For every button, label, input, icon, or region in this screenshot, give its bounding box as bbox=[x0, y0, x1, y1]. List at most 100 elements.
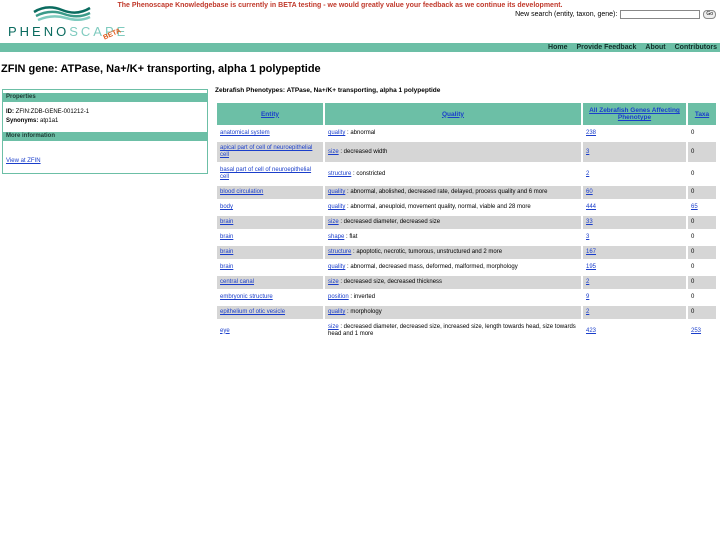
gene-sidebar: Properties ID: ZFIN:ZDB-GENE-001212-1 Sy… bbox=[2, 89, 208, 174]
search-go-button[interactable]: Go bbox=[703, 10, 716, 19]
entity-link[interactable]: blood circulation bbox=[220, 189, 263, 195]
entity-link[interactable]: brain bbox=[220, 234, 233, 240]
entity-link[interactable]: central canal bbox=[220, 279, 254, 285]
genes-count-link[interactable]: 2 bbox=[586, 279, 589, 285]
genes-count-link[interactable]: 3 bbox=[586, 149, 589, 155]
phenoscape-logo[interactable]: PHENOSCAPE BETA bbox=[4, 4, 134, 42]
taxa-count: 0 bbox=[691, 234, 695, 240]
col-taxa-header[interactable]: Taxa bbox=[688, 103, 716, 125]
entity-cell: body bbox=[217, 201, 323, 214]
entity-link[interactable]: body bbox=[220, 204, 233, 210]
quality-link[interactable]: quality bbox=[328, 309, 345, 315]
entity-link[interactable]: epithelium of otic vesicle bbox=[220, 309, 285, 315]
entity-link[interactable]: eye bbox=[220, 328, 230, 334]
phenotype-table: Entity Quality All Zebrafish Genes Affec… bbox=[215, 101, 718, 343]
quality-link[interactable]: quality bbox=[328, 130, 345, 136]
table-row: basal part of cell of neuroepithelial ce… bbox=[217, 164, 716, 184]
quality-cell: shape : flat bbox=[325, 231, 581, 244]
nav-provide-feedback[interactable]: Provide Feedback bbox=[576, 44, 636, 51]
phenotypes-heading: Zebrafish Phenotypes: ATPase, Na+/K+ tra… bbox=[215, 87, 441, 94]
genes-count-link[interactable]: 33 bbox=[586, 219, 593, 225]
entity-cell: brain bbox=[217, 246, 323, 259]
entity-link[interactable]: brain bbox=[220, 264, 233, 270]
synonyms-row: Synonyms: atp1a1 bbox=[3, 117, 207, 126]
genes-count-link[interactable]: 238 bbox=[586, 130, 596, 136]
quality-values: : decreased width bbox=[338, 148, 388, 155]
quality-cell: size : decreased diameter, decreased siz… bbox=[325, 321, 581, 341]
genes-count-link[interactable]: 9 bbox=[586, 294, 589, 300]
quality-link[interactable]: quality bbox=[328, 204, 345, 210]
quality-link[interactable]: position bbox=[328, 294, 349, 300]
taxa-count-cell: 0 bbox=[688, 306, 716, 319]
table-row: blood circulation quality : abnormal, abo… bbox=[217, 186, 716, 199]
quality-link[interactable]: size bbox=[328, 149, 339, 155]
quality-cell: quality : abnormal, decreased mass, defo… bbox=[325, 261, 581, 274]
genes-count-link[interactable]: 2 bbox=[586, 309, 589, 315]
entity-link[interactable]: brain bbox=[220, 249, 233, 255]
quality-link[interactable]: size bbox=[328, 279, 339, 285]
taxa-count-link[interactable]: 253 bbox=[691, 328, 701, 334]
taxa-count-cell: 0 bbox=[688, 246, 716, 259]
taxa-count-cell: 0 bbox=[688, 261, 716, 274]
table-row: apical part of cell of neuroepithelial c… bbox=[217, 142, 716, 162]
genes-count-cell: 2 bbox=[583, 164, 686, 184]
genes-count-link[interactable]: 423 bbox=[586, 328, 596, 334]
entity-link[interactable]: basal part of cell of neuroepithelial ce… bbox=[220, 167, 311, 180]
entity-link[interactable]: apical part of cell of neuroepithelial c… bbox=[220, 145, 312, 158]
taxa-count-cell: 0 bbox=[688, 142, 716, 162]
quality-values: : morphology bbox=[345, 309, 382, 315]
genes-count-link[interactable]: 167 bbox=[586, 249, 596, 255]
table-header-row: Entity Quality All Zebrafish Genes Affec… bbox=[217, 103, 716, 125]
entity-link[interactable]: anatomical system bbox=[220, 130, 270, 136]
col-genes-header[interactable]: All Zebrafish Genes Affecting Phenotype bbox=[583, 103, 686, 125]
entity-cell: central canal bbox=[217, 276, 323, 289]
genes-count-link[interactable]: 60 bbox=[586, 189, 593, 195]
genes-count-cell: 33 bbox=[583, 216, 686, 229]
genes-count-link[interactable]: 3 bbox=[586, 234, 589, 240]
quality-link[interactable]: structure bbox=[328, 171, 351, 177]
nav-about[interactable]: About bbox=[645, 44, 665, 51]
taxa-count-cell: 0 bbox=[688, 164, 716, 184]
quality-values: : abnormal, decreased mass, deformed, ma… bbox=[345, 264, 518, 270]
genes-count-link[interactable]: 195 bbox=[586, 264, 596, 270]
top-nav: Home Provide Feedback About Contributors bbox=[0, 43, 720, 52]
genes-count-link[interactable]: 2 bbox=[586, 171, 589, 177]
entity-cell: eye bbox=[217, 321, 323, 341]
taxa-count: 0 bbox=[691, 309, 695, 315]
quality-link[interactable]: structure bbox=[328, 249, 351, 255]
genes-count-cell: 167 bbox=[583, 246, 686, 259]
genes-count-link[interactable]: 444 bbox=[586, 204, 596, 210]
gene-id-label: ID: bbox=[6, 109, 14, 115]
table-row: body quality : abnormal, aneuploid, movem… bbox=[217, 201, 716, 214]
genes-count-cell: 423 bbox=[583, 321, 686, 341]
genes-count-cell: 3 bbox=[583, 142, 686, 162]
quality-link[interactable]: quality bbox=[328, 189, 345, 195]
genes-count-cell: 2 bbox=[583, 276, 686, 289]
entity-link[interactable]: brain bbox=[220, 219, 233, 225]
quality-cell: quality : abnormal bbox=[325, 127, 581, 140]
col-quality-header[interactable]: Quality bbox=[325, 103, 581, 125]
quality-link[interactable]: size bbox=[328, 324, 339, 330]
quality-values: : abnormal, abolished, decreased rate, d… bbox=[345, 189, 548, 195]
quality-link[interactable]: shape bbox=[328, 234, 344, 240]
quality-values: : abnormal, aneuploid, movement quality,… bbox=[345, 204, 531, 210]
table-row: anatomical system quality : abnormal 238 0 bbox=[217, 127, 716, 140]
genes-count-cell: 444 bbox=[583, 201, 686, 214]
table-row: brain quality : abnormal, decreased mass,… bbox=[217, 261, 716, 274]
search-input[interactable] bbox=[620, 10, 701, 19]
nav-home[interactable]: Home bbox=[548, 44, 567, 51]
quality-link[interactable]: quality bbox=[328, 264, 345, 270]
quality-values: : apoptotic, necrotic, tumorous, unstruc… bbox=[351, 249, 503, 255]
logo-pheno: PHENO bbox=[8, 24, 70, 39]
quality-cell: structure : apoptotic, necrotic, tumorou… bbox=[325, 246, 581, 259]
table-row: eye size : decreased diameter, decreased … bbox=[217, 321, 716, 341]
nav-contributors[interactable]: Contributors bbox=[675, 44, 717, 51]
entity-cell: basal part of cell of neuroepithelial ce… bbox=[217, 164, 323, 184]
entity-link[interactable]: embryonic structure bbox=[220, 294, 273, 300]
taxa-count-link[interactable]: 65 bbox=[691, 204, 698, 210]
quality-link[interactable]: size bbox=[328, 219, 339, 225]
view-at-zfin-link[interactable]: View at ZFIN bbox=[3, 158, 44, 164]
col-entity-header[interactable]: Entity bbox=[217, 103, 323, 125]
search-label: New search (entity, taxon, gene): bbox=[515, 11, 618, 18]
gene-id-row: ID: ZFIN:ZDB-GENE-001212-1 bbox=[3, 108, 207, 117]
